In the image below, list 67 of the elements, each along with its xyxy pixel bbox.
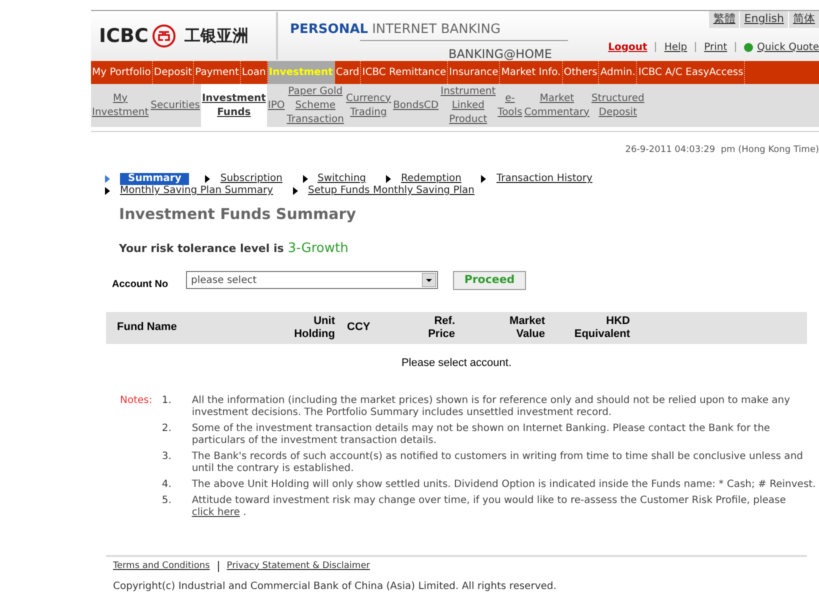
proceed-button[interactable]: Proceed <box>453 270 526 290</box>
section-tab[interactable]: Redemption <box>401 173 466 185</box>
sub-nav-tab[interactable]: Securities <box>150 84 201 127</box>
header-link[interactable]: Quick Quote <box>757 40 819 54</box>
empty-message: Please select account. <box>401 356 512 368</box>
logo-text: ICBC <box>99 24 148 49</box>
section-tab[interactable]: Monthly Saving Plan Summary <box>120 185 278 197</box>
subtitle-text: BANKING@HOME <box>448 47 552 61</box>
notes-label: Notes: <box>120 394 154 408</box>
logo-chinese-text: 工银亚洲 <box>184 25 248 47</box>
account-select[interactable]: please select <box>186 271 438 289</box>
sub-nav-tab[interactable]: Investment Funds <box>200 84 267 127</box>
language-link[interactable]: 繁體 <box>708 11 740 28</box>
page-title: Investment Funds Summary <box>119 205 357 223</box>
note-text: Some of the investment transaction details may not be shown on Internet Banking. Please contact the Bank for the particulars of the investment transaction details. <box>192 422 772 446</box>
column-header: Unit Holding <box>293 314 335 340</box>
status-dot-icon <box>744 42 754 52</box>
footer-link[interactable]: Privacy Statement & Disclaimer <box>226 560 370 573</box>
note-number: 1. <box>162 394 172 408</box>
sub-nav-tab[interactable]: e- Tools <box>496 84 524 127</box>
note-number: 4. <box>162 478 172 490</box>
header-link[interactable]: Print <box>704 40 728 54</box>
column-header: Ref. Price <box>427 314 455 340</box>
sub-nav-tab[interactable]: Market Commentary <box>523 84 590 127</box>
column-header: Fund Name <box>117 321 178 334</box>
arrow-icon <box>386 175 392 183</box>
sub-nav-tab[interactable]: Currency Trading <box>345 84 392 127</box>
logo-icon <box>152 24 176 48</box>
arrow-icon <box>105 187 110 195</box>
arrow-icon <box>481 175 486 183</box>
note-text: The Bank's records of such account(s) as notified to customers in writing from time to time shall be conclusive unless and until the contrary is established. <box>192 450 804 474</box>
column-header: CCY <box>346 321 372 334</box>
section-tab[interactable]: Setup Funds Monthly Saving Plan <box>308 185 478 197</box>
title-text: INTERNET BANKING <box>372 23 501 36</box>
header-link[interactable]: Help <box>664 40 688 54</box>
click-here-link[interactable]: click here <box>192 506 240 518</box>
section-tab[interactable]: Subscription <box>220 173 286 185</box>
logout-link[interactable]: Logout <box>608 40 648 54</box>
account-label: Account No <box>112 278 170 292</box>
footer-link[interactable]: Terms and Conditions <box>113 560 210 573</box>
arrow-icon <box>205 175 210 183</box>
risk-level: 3-Growth <box>288 240 348 258</box>
note-text: All the information (including the market prices) shown is for reference only and should not be relied upon to make any investment decisions. The Portfolio Summary includes unsettled investment record. <box>192 394 792 418</box>
sub-nav-tab[interactable]: My Investment <box>91 84 150 127</box>
column-header: HKD Equivalent <box>573 314 630 340</box>
sub-nav-tab[interactable]: Paper Gold Scheme Transaction <box>286 84 345 127</box>
section-tab[interactable]: Summary <box>120 173 190 185</box>
note-text: Attitude toward investment risk may change over time, if you would like to re-assess the Customer Risk Profile, please click here . <box>192 494 787 518</box>
section-tab[interactable]: Transaction History <box>496 173 596 185</box>
risk-label: Your risk tolerance level is <box>119 241 284 257</box>
language-link[interactable]: 简体 <box>788 11 819 28</box>
note-number: 3. <box>162 450 172 464</box>
copyright-text: Copyright(c) Industrial and Commercial Bank of China (Asia) Limited. All rights reserved. <box>113 580 558 594</box>
sub-nav-tab[interactable]: Instrument Linked Product <box>440 84 497 127</box>
sub-nav-tab[interactable]: BondsCD <box>392 84 440 127</box>
language-link[interactable]: English <box>739 11 788 28</box>
sub-nav-tab[interactable]: Structured Deposit <box>590 84 646 127</box>
note-number: 2. <box>162 422 172 436</box>
column-header: Market Value <box>508 314 545 340</box>
pointer-icon <box>105 175 110 183</box>
sub-nav-tab[interactable]: IPO <box>266 84 286 127</box>
note-number: 5. <box>162 494 172 508</box>
datetime-text: 26-9-2011 04:03:29 pm (Hong Kong Time) <box>625 145 819 155</box>
note-text: The above Unit Holding will only show settled units. Dividend Option is indicated inside the Funds name: * Cash; # Reinvest. <box>192 478 817 490</box>
title-bold-text: PERSONAL <box>290 23 368 36</box>
dropdown-arrow-icon <box>422 273 436 287</box>
section-tab[interactable]: Switching <box>318 173 370 185</box>
